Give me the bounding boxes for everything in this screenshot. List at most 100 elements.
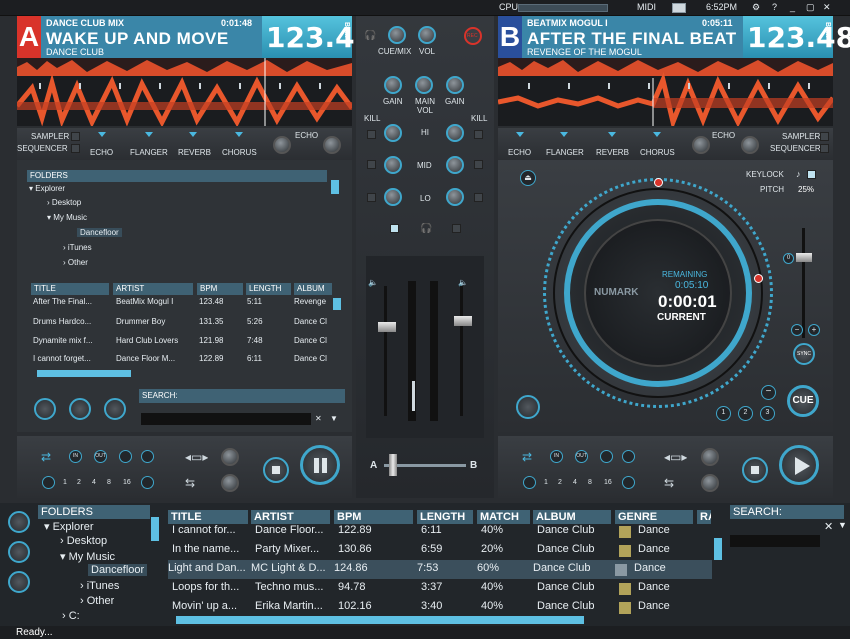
gain-left-knob[interactable] — [384, 76, 402, 94]
kill-mid-left[interactable] — [367, 160, 376, 169]
tree-desktop[interactable]: › Desktop — [47, 198, 81, 207]
pitch-slider[interactable] — [796, 253, 812, 262]
deck-b-pitch-bend-down[interactable] — [701, 474, 719, 492]
pitch-track[interactable] — [802, 228, 805, 338]
lib-col-length[interactable]: LENGTH — [417, 510, 473, 524]
deck-a-sampler[interactable]: SAMPLER — [31, 132, 69, 141]
deck-b-fx-reverb[interactable]: REVERB — [596, 148, 629, 157]
loop-size-2[interactable]: 2 — [77, 479, 81, 486]
close-icon[interactable]: ✕ — [823, 2, 831, 13]
deck-b-fx-flanger[interactable]: FLANGER — [546, 148, 584, 157]
lib-col-genre[interactable]: GENRE — [615, 510, 693, 524]
loop-out-button[interactable]: OUT — [575, 450, 588, 463]
crossfader-knob[interactable] — [389, 454, 397, 476]
loop-half-icon[interactable] — [141, 450, 154, 463]
deck-b-fx3-dropdown-icon[interactable] — [608, 132, 616, 137]
deck-a-fx-reverb[interactable]: REVERB — [178, 148, 211, 157]
deck-a-pause-button[interactable] — [300, 445, 340, 485]
col-length[interactable]: LENGTH — [246, 283, 291, 295]
hot-cue-3[interactable]: 3 — [760, 406, 775, 421]
deck-a-fx2-dropdown-icon[interactable] — [145, 132, 153, 137]
filter-icon[interactable]: ▼ — [330, 414, 338, 423]
deck-a-fx3-dropdown-icon[interactable] — [189, 132, 197, 137]
kill-mid-right[interactable] — [474, 160, 483, 169]
eq-mid-left-knob[interactable] — [384, 156, 402, 174]
tree-my-music[interactable]: ▾ My Music — [47, 213, 87, 222]
help-icon[interactable]: ? — [772, 2, 777, 12]
channel-b-fader[interactable] — [454, 316, 472, 326]
tree-other[interactable]: › Other — [63, 258, 88, 267]
clear-search-icon[interactable]: ✕ — [315, 414, 322, 423]
deck-b-sampler[interactable]: SAMPLER — [782, 132, 820, 141]
loop-in-button[interactable]: IN — [550, 450, 563, 463]
deck-a-sequencer-toggle[interactable] — [71, 144, 80, 153]
lib-tree-dancefloor[interactable]: Dancefloor — [88, 564, 148, 576]
deck-a-fx-flanger[interactable]: FLANGER — [130, 148, 168, 157]
deck-a-fx-echo[interactable]: ECHO — [90, 148, 113, 157]
hot-cue-1[interactable]: 1 — [716, 406, 731, 421]
deck-b-fx1-dropdown-icon[interactable] — [516, 132, 524, 137]
deck-b-echo-knob[interactable] — [741, 136, 759, 154]
deck-b-fx-knob[interactable] — [692, 136, 710, 154]
loop-next-icon[interactable] — [141, 476, 154, 489]
loop-size-8[interactable]: 8 — [588, 479, 592, 486]
deck-a-search-input[interactable] — [141, 413, 311, 425]
kill-lo-right[interactable] — [474, 193, 483, 202]
deck-b-play-button[interactable] — [779, 445, 819, 485]
deck-a-remove-icon[interactable] — [104, 398, 126, 420]
lib-tree-itunes[interactable]: › iTunes — [80, 580, 119, 592]
lib-col-title[interactable]: TITLE — [168, 510, 248, 524]
loop-size-1[interactable]: 1 — [63, 479, 67, 486]
deck-a-pitch-bend-up[interactable] — [221, 448, 239, 466]
vol-knob[interactable] — [418, 26, 436, 44]
gear-icon[interactable]: ⚙ — [752, 2, 760, 13]
eject-icon[interactable]: ⏏ — [520, 170, 536, 186]
library-vscrollbar[interactable] — [714, 538, 722, 560]
eq-hi-left-knob[interactable] — [384, 124, 402, 142]
eq-mid-right-knob[interactable] — [446, 156, 464, 174]
col-bpm[interactable]: BPM — [197, 283, 243, 295]
deck-b-fx-chorus[interactable]: CHORUS — [640, 148, 675, 157]
sync-button[interactable]: SYNC — [793, 343, 815, 365]
deck-b-fx2-dropdown-icon[interactable] — [560, 132, 568, 137]
cue-left-toggle[interactable] — [390, 224, 399, 233]
sync-loop-icon[interactable]: ⇆ — [664, 476, 674, 490]
deck-b-stop-button[interactable] — [742, 457, 768, 483]
lib-tree-other[interactable]: › Other — [80, 595, 114, 607]
tree-itunes[interactable]: › iTunes — [63, 243, 92, 252]
loop-size-2[interactable]: 2 — [558, 479, 562, 486]
lib-col-rating[interactable]: RA — [697, 510, 711, 524]
deck-a-fx-knob[interactable] — [273, 136, 291, 154]
library-clear-search-icon[interactable]: ✕ — [824, 520, 833, 533]
lib-col-match[interactable]: MATCH — [477, 510, 530, 524]
deck-a-fx1-dropdown-icon[interactable] — [98, 132, 106, 137]
col-title[interactable]: TITLE — [31, 283, 109, 295]
lib-col-artist[interactable]: ARTIST — [251, 510, 330, 524]
deck-a-stop-button[interactable] — [263, 457, 289, 483]
lib-tree-my-music[interactable]: ▾ My Music — [60, 550, 115, 563]
cue-marker-2[interactable] — [754, 274, 763, 283]
pitch-minus-button[interactable]: − — [791, 324, 803, 336]
cue-button[interactable]: CUE — [787, 385, 819, 417]
channel-a-fader[interactable] — [378, 322, 396, 332]
loop-prev-icon[interactable] — [523, 476, 536, 489]
loop-half-icon[interactable] — [622, 450, 635, 463]
loop-reloop-icon[interactable] — [600, 450, 613, 463]
loop-icon[interactable]: ⇄ — [522, 450, 532, 464]
lib-col-bpm[interactable]: BPM — [334, 510, 413, 524]
deck-a-waveform[interactable] — [17, 58, 352, 126]
deck-a-load-icon[interactable] — [34, 398, 56, 420]
deck-a-hscrollbar[interactable] — [37, 370, 131, 377]
eq-lo-right-knob[interactable] — [446, 188, 464, 206]
col-artist[interactable]: ARTIST — [113, 283, 193, 295]
loop-next-icon[interactable] — [622, 476, 635, 489]
library-hscrollbar[interactable] — [176, 616, 584, 624]
loop-in-button[interactable]: IN — [69, 450, 82, 463]
deck-a-pitch-bend-down[interactable] — [221, 474, 239, 492]
deck-b-sequencer[interactable]: SEQUENCER — [770, 144, 821, 153]
loop-size-16[interactable]: 16 — [123, 479, 131, 486]
cue-minus-icon[interactable]: − — [761, 385, 776, 400]
loop-out-button[interactable]: OUT — [94, 450, 107, 463]
tree-explorer[interactable]: ▾ Explorer — [29, 184, 65, 193]
deck-a-sequencer[interactable]: SEQUENCER — [17, 144, 68, 153]
